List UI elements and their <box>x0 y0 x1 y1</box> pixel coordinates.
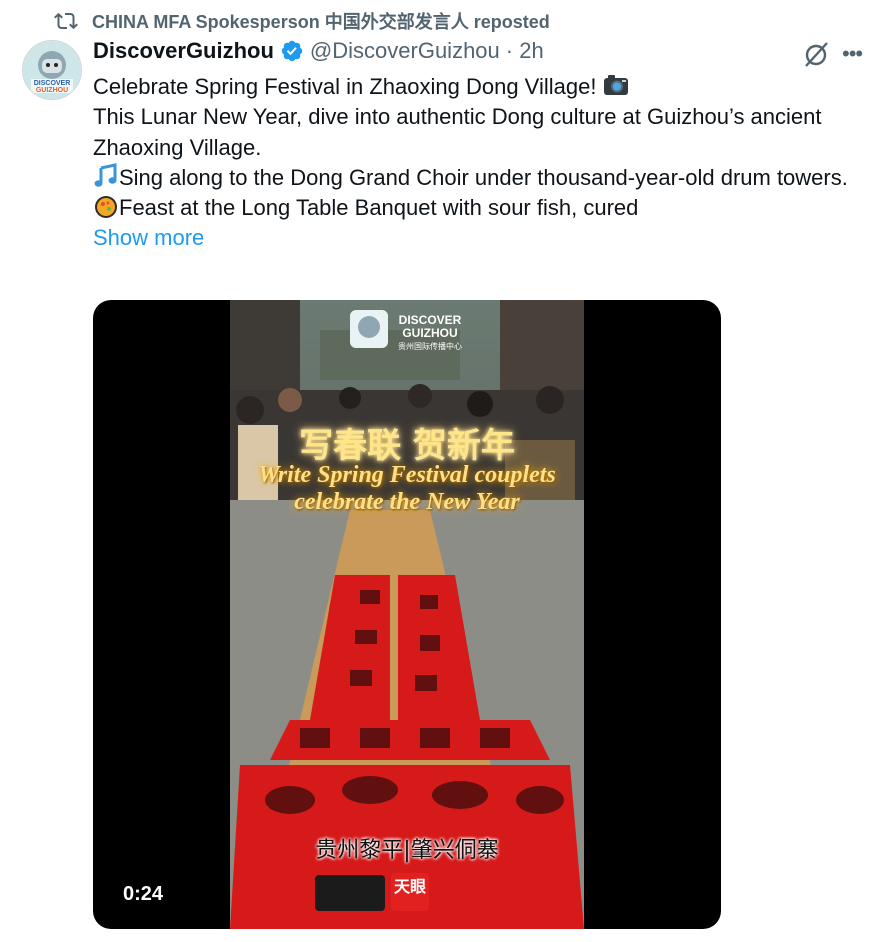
video-location-caption: 贵州黎平|肇兴侗寨 <box>315 838 499 863</box>
tweet-line-3: Sing along to the Dong Grand Choir under… <box>93 163 863 193</box>
video-logo: DISCOVER GUIZHOU 贵州国际传播中心 <box>398 314 462 353</box>
avatar-text-line-1: DISCOVER <box>34 80 71 87</box>
tweet-actions-top: ••• <box>0 36 870 76</box>
paella-emoji-icon <box>95 196 117 219</box>
video-logo-subtitle: 贵州国际传播中心 <box>398 342 462 351</box>
video-source-badge: 天眼 <box>391 873 429 911</box>
repost-icon <box>54 12 78 30</box>
tweet-line-1: Celebrate Spring Festival in Zhaoxing Do… <box>93 72 863 102</box>
tweet-body: Celebrate Spring Festival in Zhaoxing Do… <box>93 72 863 254</box>
more-options-icon[interactable]: ••• <box>842 38 870 70</box>
camera-emoji-icon <box>603 75 628 95</box>
tweet-line-4: Feast at the Long Table Banquet with sou… <box>93 193 863 223</box>
grok-icon[interactable] <box>800 39 832 71</box>
tweet-line-3-text: Sing along to the Dong Grand Choir under… <box>119 164 848 190</box>
tweet-line-2: This Lunar New Year, dive into authentic… <box>93 104 822 160</box>
repost-header[interactable]: CHINA MFA Spokesperson 中国外交部发言人 reposted <box>54 8 550 34</box>
musical-notes-emoji-icon <box>94 163 117 187</box>
repost-label: CHINA MFA Spokesperson 中国外交部发言人 reposted <box>92 12 550 32</box>
video-frame[interactable]: DISCOVER GUIZHOU 贵州国际传播中心 写春联 贺新年 Write … <box>230 300 584 929</box>
video-overlay-chinese-title: 写春联 贺新年 <box>299 426 515 466</box>
video-overlay-english-caption: Write Spring Festival couplets celebrate… <box>258 462 556 515</box>
video-logo-title: DISCOVER GUIZHOU <box>398 313 462 340</box>
video-player[interactable]: DISCOVER GUIZHOU 贵州国际传播中心 写春联 贺新年 Write … <box>93 300 721 929</box>
tweet-line-1-text: Celebrate Spring Festival in Zhaoxing Do… <box>93 74 603 99</box>
show-more-link[interactable]: Show more <box>93 225 204 250</box>
video-timestamp: 0:24 <box>123 883 164 905</box>
avatar-text-line-2: GUIZHOU <box>36 87 68 94</box>
tweet-line-4-text: Feast at the Long Table Banquet with sou… <box>119 195 639 221</box>
